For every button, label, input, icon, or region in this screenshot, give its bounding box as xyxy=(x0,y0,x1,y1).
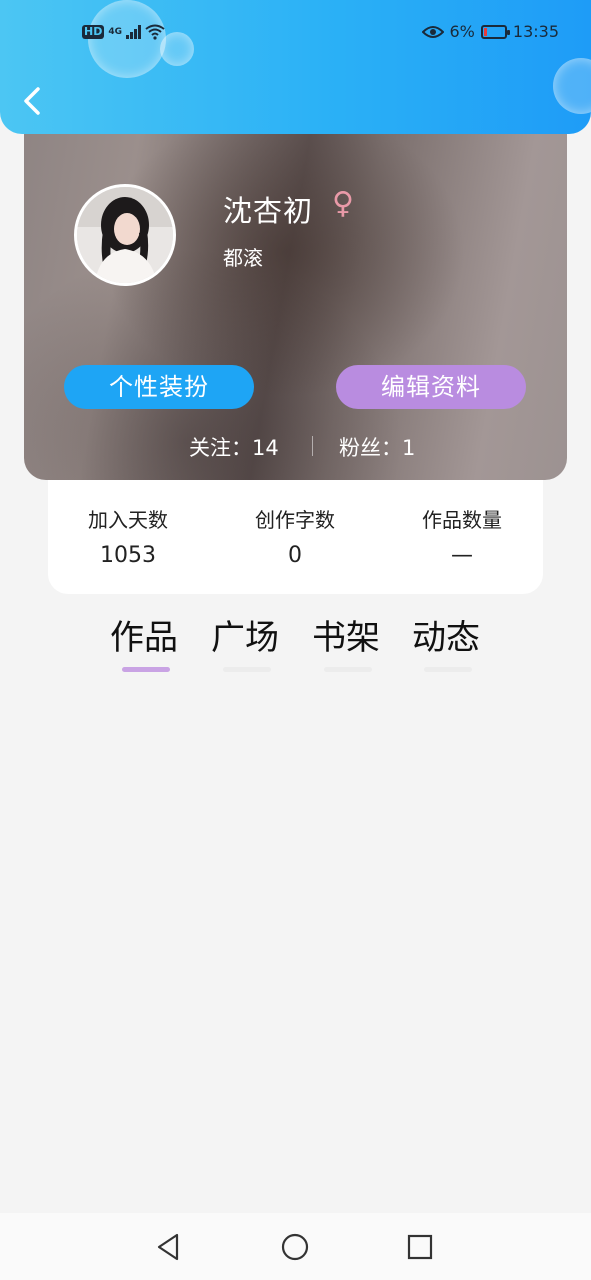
back-triangle-icon[interactable] xyxy=(153,1231,185,1263)
tab-label: 广场 xyxy=(211,618,279,658)
tab-works[interactable]: 作品 xyxy=(94,610,194,672)
followers-count[interactable]: 粉丝：1 xyxy=(339,432,415,462)
system-nav-bar xyxy=(0,1213,591,1280)
status-left: HD 4G xyxy=(82,24,165,40)
tab-indicator xyxy=(223,667,271,672)
user-subtitle: 都滚 xyxy=(223,246,263,270)
stat-join-days: 加入天数 1053 xyxy=(53,504,203,568)
battery-percent: 6% xyxy=(449,22,475,41)
status-right: 6% 13:35 xyxy=(421,22,559,41)
tab-label: 书架 xyxy=(312,618,380,658)
stat-value: 0 xyxy=(288,543,302,568)
home-circle-icon[interactable] xyxy=(279,1231,311,1263)
stat-label: 作品数量 xyxy=(422,508,502,532)
recents-square-icon[interactable] xyxy=(404,1231,436,1263)
tab-label: 动态 xyxy=(412,618,480,658)
divider xyxy=(312,436,313,456)
stat-value: — xyxy=(451,543,473,568)
username: 沈杏初 xyxy=(223,194,314,228)
tab-indicator xyxy=(122,667,170,672)
wifi-icon xyxy=(145,24,165,40)
hd-badge: HD xyxy=(82,25,105,39)
following-count[interactable]: 关注：14 xyxy=(189,432,279,462)
network-type: 4G xyxy=(108,27,122,37)
stats-panel: 加入天数 1053 创作字数 0 作品数量 — xyxy=(48,470,543,594)
avatar-image xyxy=(77,187,173,283)
female-icon: ♀ xyxy=(332,186,354,221)
stat-value: 1053 xyxy=(100,543,156,568)
tab-indicator xyxy=(324,667,372,672)
tab-moments[interactable]: 动态 xyxy=(396,610,496,672)
top-header: HD 4G 6% 13:35 xyxy=(0,0,591,134)
stat-word-count: 创作字数 0 xyxy=(220,504,370,568)
tab-bar: 作品 广场 书架 动态 xyxy=(0,610,591,680)
tab-indicator xyxy=(424,667,472,672)
tab-square[interactable]: 广场 xyxy=(195,610,295,672)
stat-label: 加入天数 xyxy=(88,508,168,532)
edit-profile-button[interactable]: 编辑资料 xyxy=(336,365,526,409)
follow-stats: 关注：14 粉丝：1 xyxy=(24,432,567,460)
decor-bubble xyxy=(553,58,591,114)
status-bar: HD 4G 6% 13:35 xyxy=(0,18,591,52)
avatar[interactable] xyxy=(74,184,176,286)
back-chevron-icon[interactable] xyxy=(18,86,48,116)
dress-up-button[interactable]: 个性装扮 xyxy=(64,365,254,409)
profile-card: 沈杏初 ♀ 都滚 个性装扮 编辑资料 关注：14 粉丝：1 xyxy=(24,100,567,480)
stat-label: 创作字数 xyxy=(255,508,335,532)
tab-label: 作品 xyxy=(110,618,178,658)
battery-icon xyxy=(480,24,510,39)
stat-works-count: 作品数量 — xyxy=(387,504,537,568)
signal-icon xyxy=(126,25,141,39)
clock: 13:35 xyxy=(512,22,559,41)
tab-bookshelf[interactable]: 书架 xyxy=(296,610,396,672)
eye-icon xyxy=(421,25,444,38)
